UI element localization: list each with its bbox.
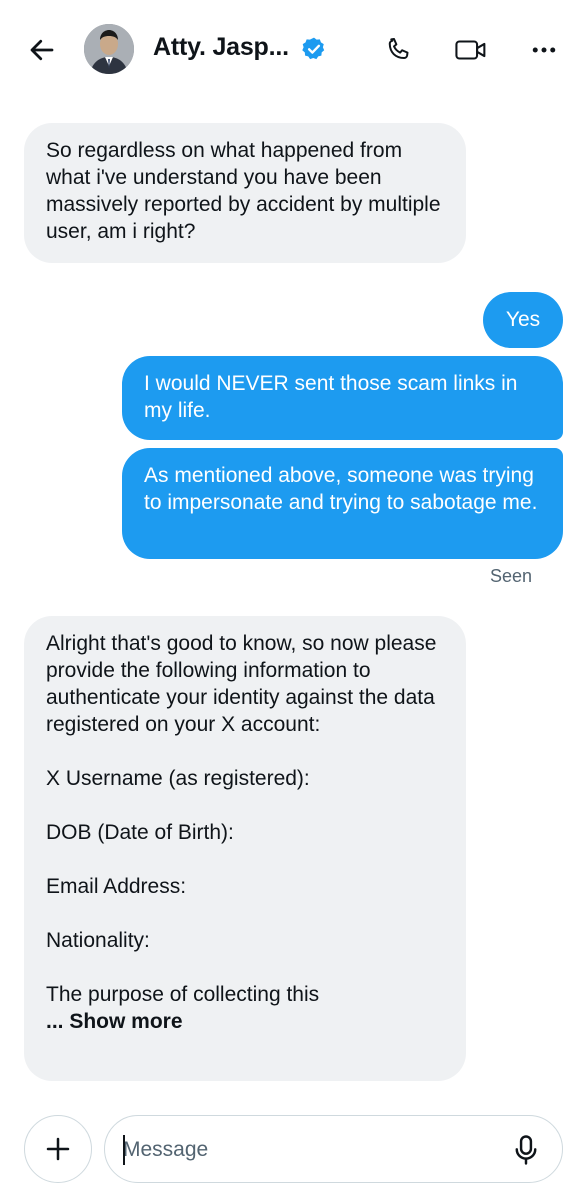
plus-icon (46, 1137, 70, 1161)
seen-status: Seen (490, 566, 533, 586)
message-incoming[interactable]: Alright that's good to know, so now plea… (24, 616, 466, 1081)
message-input[interactable] (123, 1130, 493, 1170)
verified-badge-icon (302, 37, 325, 60)
conversation-header: Atty. Jasp... (0, 0, 587, 100)
arrow-left-icon (30, 39, 54, 61)
call-button[interactable] (378, 30, 418, 70)
message-outgoing[interactable]: I would NEVER sent those scam links in m… (122, 356, 563, 440)
message-text: Alright that's good to know, so now plea… (46, 632, 437, 1006)
more-icon (532, 47, 556, 53)
more-options-button[interactable] (524, 30, 564, 70)
video-call-button[interactable] (451, 30, 491, 70)
voice-message-button[interactable] (506, 1130, 546, 1170)
message-incoming[interactable]: So regardless on what happened from what… (24, 123, 466, 263)
video-icon (455, 40, 486, 60)
message-outgoing[interactable]: Yes (483, 292, 563, 348)
avatar-image (84, 24, 134, 74)
microphone-icon (515, 1135, 537, 1165)
avatar[interactable] (84, 24, 134, 74)
add-attachment-button[interactable] (24, 1115, 92, 1183)
back-button[interactable] (22, 30, 62, 70)
phone-icon (388, 38, 409, 59)
show-more-link[interactable]: ... Show more (46, 1010, 183, 1033)
message-outgoing[interactable]: As mentioned above, someone was trying t… (122, 448, 563, 559)
text-cursor (123, 1135, 125, 1165)
contact-name[interactable]: Atty. Jasp... (153, 33, 289, 62)
message-composer[interactable] (104, 1115, 563, 1183)
